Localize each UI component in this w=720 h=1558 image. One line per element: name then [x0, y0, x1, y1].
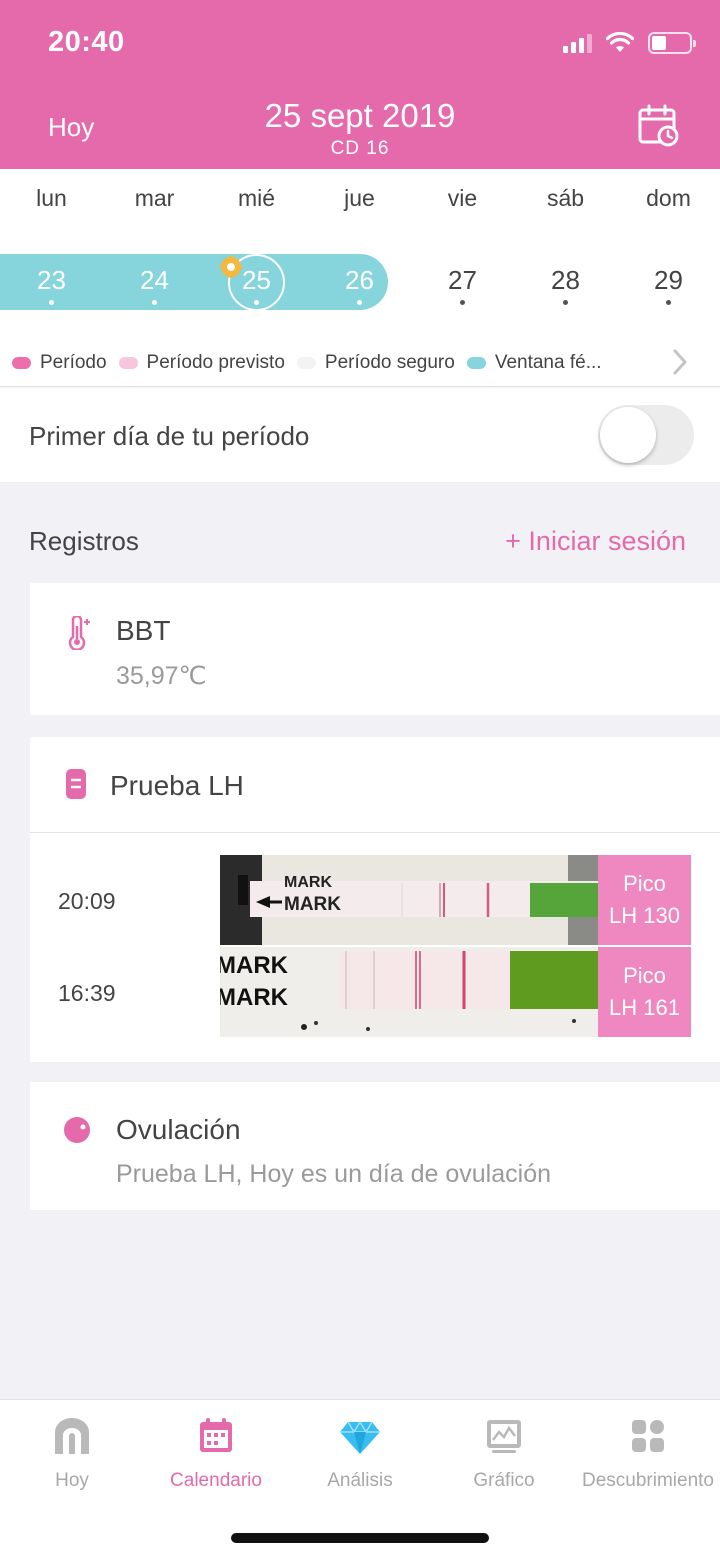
legend-swatch: [296, 357, 316, 369]
lh-strip-image: MARK MARK: [220, 947, 598, 1037]
day-23[interactable]: 23: [0, 265, 103, 296]
tab-label: Gráfico: [473, 1470, 535, 1491]
tab-grafico[interactable]: Gráfico: [432, 1416, 576, 1492]
day-29[interactable]: 29: [617, 265, 720, 296]
wifi-icon: [606, 32, 634, 52]
lh-result-level: Pico: [623, 871, 666, 896]
svg-text:MARK: MARK: [220, 952, 289, 979]
tab-label: Análisis: [327, 1470, 393, 1491]
lh-title: Prueba LH: [110, 770, 244, 801]
first-day-label: Primer día de tu período: [29, 421, 310, 451]
record-dot: [49, 300, 54, 305]
record-dot: [254, 300, 259, 305]
calendar-history-icon[interactable]: [638, 104, 680, 148]
legend-label: Período seguro: [324, 352, 455, 373]
tab-label: Descubrimiento: [582, 1470, 714, 1491]
svg-text:MARK: MARK: [284, 894, 341, 915]
lh-strip-icon: [66, 769, 86, 799]
lh-result-value: LH 130: [609, 903, 680, 928]
ovulation-description: Prueba LH, Hoy es un día de ovulación: [116, 1160, 551, 1188]
weekday-sun: dom: [646, 185, 691, 211]
chevron-right-icon[interactable]: [672, 348, 688, 376]
bbt-title: BBT: [116, 615, 171, 646]
day-24[interactable]: 24: [103, 265, 206, 296]
tab-analisis[interactable]: Análisis: [288, 1416, 432, 1492]
lh-strip-photo[interactable]: MARK MARK: [220, 855, 598, 945]
day-26[interactable]: 26: [308, 265, 411, 296]
weekday-thu: jue: [344, 185, 375, 211]
legend-safe-period: Período seguro: [296, 352, 455, 374]
first-day-row: Primer día de tu período: [0, 388, 720, 482]
records-title: Registros: [29, 526, 139, 556]
lh-result-badge: Pico LH 161: [598, 947, 691, 1037]
battery-icon: [648, 32, 696, 54]
tab-hoy[interactable]: Hoy: [0, 1416, 144, 1492]
lh-strip-photo[interactable]: MARK MARK: [220, 947, 598, 1037]
home-indicator[interactable]: [231, 1533, 489, 1543]
bbt-value: 35,97℃: [116, 662, 207, 690]
toggle-knob: [600, 407, 656, 463]
calendar-icon: [200, 1418, 232, 1452]
app-header: 20:40 Hoy 25 sept 2019 CD 16: [0, 0, 720, 169]
weekday-sat: sáb: [546, 185, 585, 211]
legend-period: Período: [12, 352, 107, 374]
svg-text:MARK: MARK: [284, 874, 332, 891]
diamond-icon: [340, 1420, 380, 1454]
week-strip: lun mar mié jue vie sáb dom 23 24 25 26 …: [0, 169, 720, 312]
legend-predicted-period: Período previsto: [118, 352, 285, 374]
legend-fertile-window: Ventana fé...: [466, 352, 602, 374]
first-day-toggle[interactable]: [598, 405, 694, 465]
legend-label: Ventana fé...: [494, 352, 602, 373]
tab-descubrimiento[interactable]: Descubrimiento: [576, 1416, 720, 1492]
status-time: 20:40: [48, 26, 125, 58]
lh-result-level: Pico: [623, 963, 666, 988]
tab-label: Hoy: [55, 1470, 89, 1491]
lh-result-value: LH 161: [609, 995, 680, 1020]
day-25[interactable]: 25: [205, 265, 308, 296]
lh-result-badge: Pico LH 130: [598, 855, 691, 945]
current-date: 25 sept 2019: [264, 97, 456, 134]
legend-swatch: [12, 357, 31, 369]
home-arch-icon: [55, 1418, 89, 1454]
record-dot: [563, 300, 568, 305]
status-icons: [563, 32, 696, 54]
login-button[interactable]: + Iniciar sesión: [505, 526, 686, 557]
record-dot: [460, 300, 465, 305]
weekday-tue: mar: [134, 185, 175, 211]
legend-label: Período: [40, 352, 107, 373]
lh-entry-time: 16:39: [58, 980, 116, 1006]
weekday-wed: mié: [237, 185, 276, 211]
record-dot: [666, 300, 671, 305]
legend-swatch: [118, 357, 138, 369]
discover-icon: [632, 1420, 664, 1452]
lh-test-card[interactable]: Prueba LH 20:09 MARK MARK Pico LH 130 16…: [30, 737, 720, 1062]
legend-items: Período Período previsto Período seguro …: [12, 352, 614, 374]
tab-label: Calendario: [170, 1470, 262, 1491]
day-28[interactable]: 28: [514, 265, 617, 296]
calendar-legend: Período Período previsto Período seguro …: [0, 312, 720, 387]
weekday-fri: vie: [447, 185, 478, 211]
chart-icon: [487, 1420, 521, 1453]
legend-label: Período previsto: [146, 352, 285, 373]
legend-swatch: [466, 357, 486, 369]
cellular-signal-icon: [563, 33, 592, 53]
lh-strip-image: MARK MARK: [220, 855, 598, 945]
bbt-card[interactable]: BBT 35,97℃: [30, 583, 720, 715]
lh-entry-time: 20:09: [58, 888, 116, 914]
ovulation-title: Ovulación: [116, 1114, 241, 1145]
day-27[interactable]: 27: [411, 265, 514, 296]
thermometer-icon: [68, 616, 90, 650]
svg-text:MARK: MARK: [220, 984, 289, 1011]
ovulation-card[interactable]: Ovulación Prueba LH, Hoy es un día de ov…: [30, 1082, 720, 1210]
ovulation-icon: [64, 1117, 90, 1143]
tab-calendario[interactable]: Calendario: [144, 1416, 288, 1492]
weekday-mon: lun: [36, 185, 67, 211]
divider: [30, 832, 720, 833]
record-dot: [152, 300, 157, 305]
record-dot: [357, 300, 362, 305]
cycle-day: CD 16: [330, 138, 390, 159]
